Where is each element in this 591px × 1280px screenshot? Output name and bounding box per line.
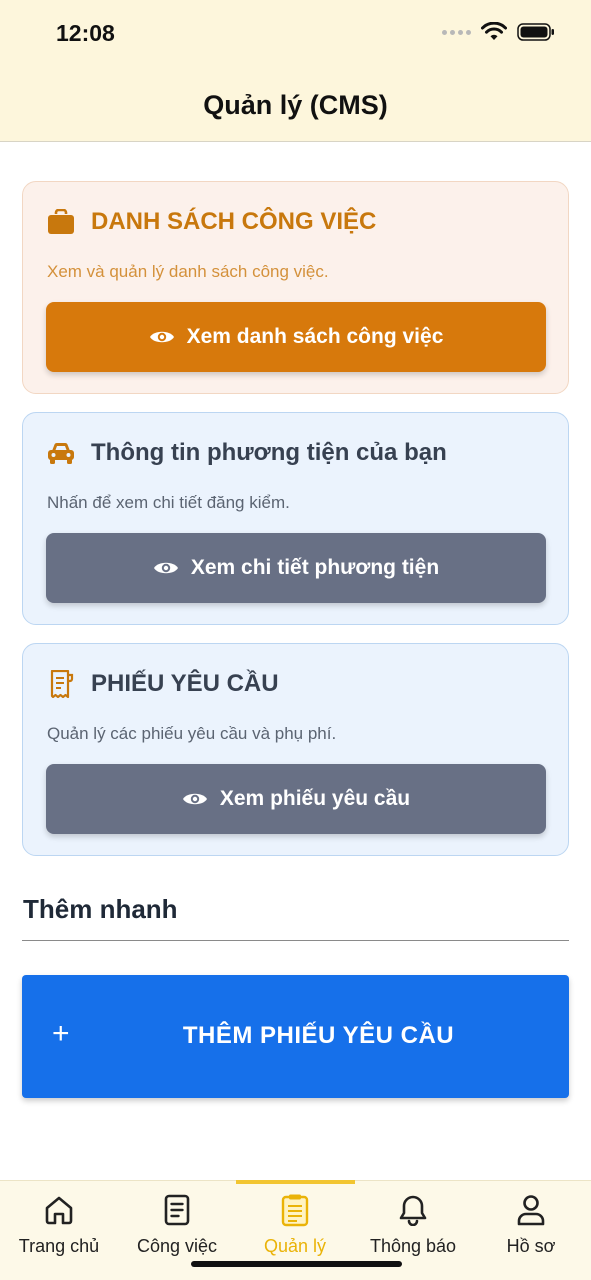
section-divider xyxy=(22,940,569,941)
request-card-title: PHIẾU YÊU CẦU xyxy=(91,670,279,697)
user-icon xyxy=(514,1193,548,1227)
tab-notifications[interactable]: Thông báo xyxy=(354,1193,472,1257)
request-card-header: PHIẾU YÊU CẦU xyxy=(47,670,279,698)
app-header: Quản lý (CMS) xyxy=(0,70,591,142)
page-title: Quản lý (CMS) xyxy=(203,90,388,120)
vehicle-card-description: Nhấn để xem chi tiết đăng kiểm. xyxy=(47,493,290,512)
tab-manage[interactable]: Quản lý xyxy=(236,1193,354,1257)
tab-profile[interactable]: Hồ sơ xyxy=(472,1193,590,1257)
view-vehicle-label: Xem chi tiết phương tiện xyxy=(190,556,440,579)
vehicle-card: Thông tin phương tiện của bạn Nhấn để xe… xyxy=(22,412,569,625)
eye-icon xyxy=(149,331,174,343)
request-card: PHIẾU YÊU CẦU Quản lý các phiếu yêu cầu … xyxy=(22,643,569,856)
request-card-description: Quản lý các phiếu yêu cầu và phụ phí. xyxy=(47,724,337,743)
home-icon xyxy=(42,1193,76,1227)
view-requests-label: Xem phiếu yêu cầu xyxy=(219,787,411,810)
tab-notifications-label: Thông báo xyxy=(369,1236,457,1256)
view-jobs-label: Xem danh sách công việc xyxy=(186,325,444,348)
jobs-card-description: Xem và quản lý danh sách công việc. xyxy=(47,262,329,281)
jobs-card-title: DANH SÁCH CÔNG VIỆC xyxy=(91,208,377,235)
status-icons xyxy=(442,22,555,42)
tab-home[interactable]: Trang chủ xyxy=(0,1193,118,1257)
home-indicator xyxy=(191,1261,402,1267)
vehicle-card-header: Thông tin phương tiện của bạn xyxy=(47,439,447,467)
car-icon xyxy=(47,439,75,467)
briefcase-icon xyxy=(47,208,75,236)
add-request-button[interactable]: + THÊM PHIẾU YÊU CẦU xyxy=(22,975,569,1098)
status-bar: 12:08 xyxy=(0,0,591,70)
quick-add-section-title: Thêm nhanh xyxy=(23,894,178,924)
battery-icon xyxy=(517,23,554,41)
bell-icon xyxy=(396,1193,430,1227)
document-icon xyxy=(160,1193,194,1227)
tab-manage-label: Quản lý xyxy=(263,1236,327,1256)
view-vehicle-button[interactable]: Xem chi tiết phương tiện xyxy=(46,533,546,603)
status-time: 12:08 xyxy=(56,20,115,46)
wifi-icon xyxy=(481,22,507,40)
tab-jobs-label: Công việc xyxy=(136,1236,218,1256)
eye-icon xyxy=(182,793,207,805)
clipboard-icon xyxy=(278,1193,312,1227)
add-request-label: THÊM PHIẾU YÊU CẦU xyxy=(182,1022,455,1049)
jobs-card-header: DANH SÁCH CÔNG VIỆC xyxy=(47,208,376,236)
tab-jobs[interactable]: Công việc xyxy=(118,1193,236,1257)
tab-profile-label: Hồ sơ xyxy=(506,1236,556,1256)
tab-home-label: Trang chủ xyxy=(18,1236,100,1256)
view-jobs-button[interactable]: Xem danh sách công việc xyxy=(46,302,546,372)
vehicle-card-title: Thông tin phương tiện của bạn xyxy=(91,439,447,466)
signal-icon xyxy=(442,29,471,35)
eye-icon xyxy=(153,562,178,574)
receipt-icon xyxy=(47,670,75,698)
view-requests-button[interactable]: Xem phiếu yêu cầu xyxy=(46,764,546,834)
jobs-card: DANH SÁCH CÔNG VIỆC Xem và quản lý danh … xyxy=(22,181,569,394)
active-tab-indicator xyxy=(236,1180,355,1184)
